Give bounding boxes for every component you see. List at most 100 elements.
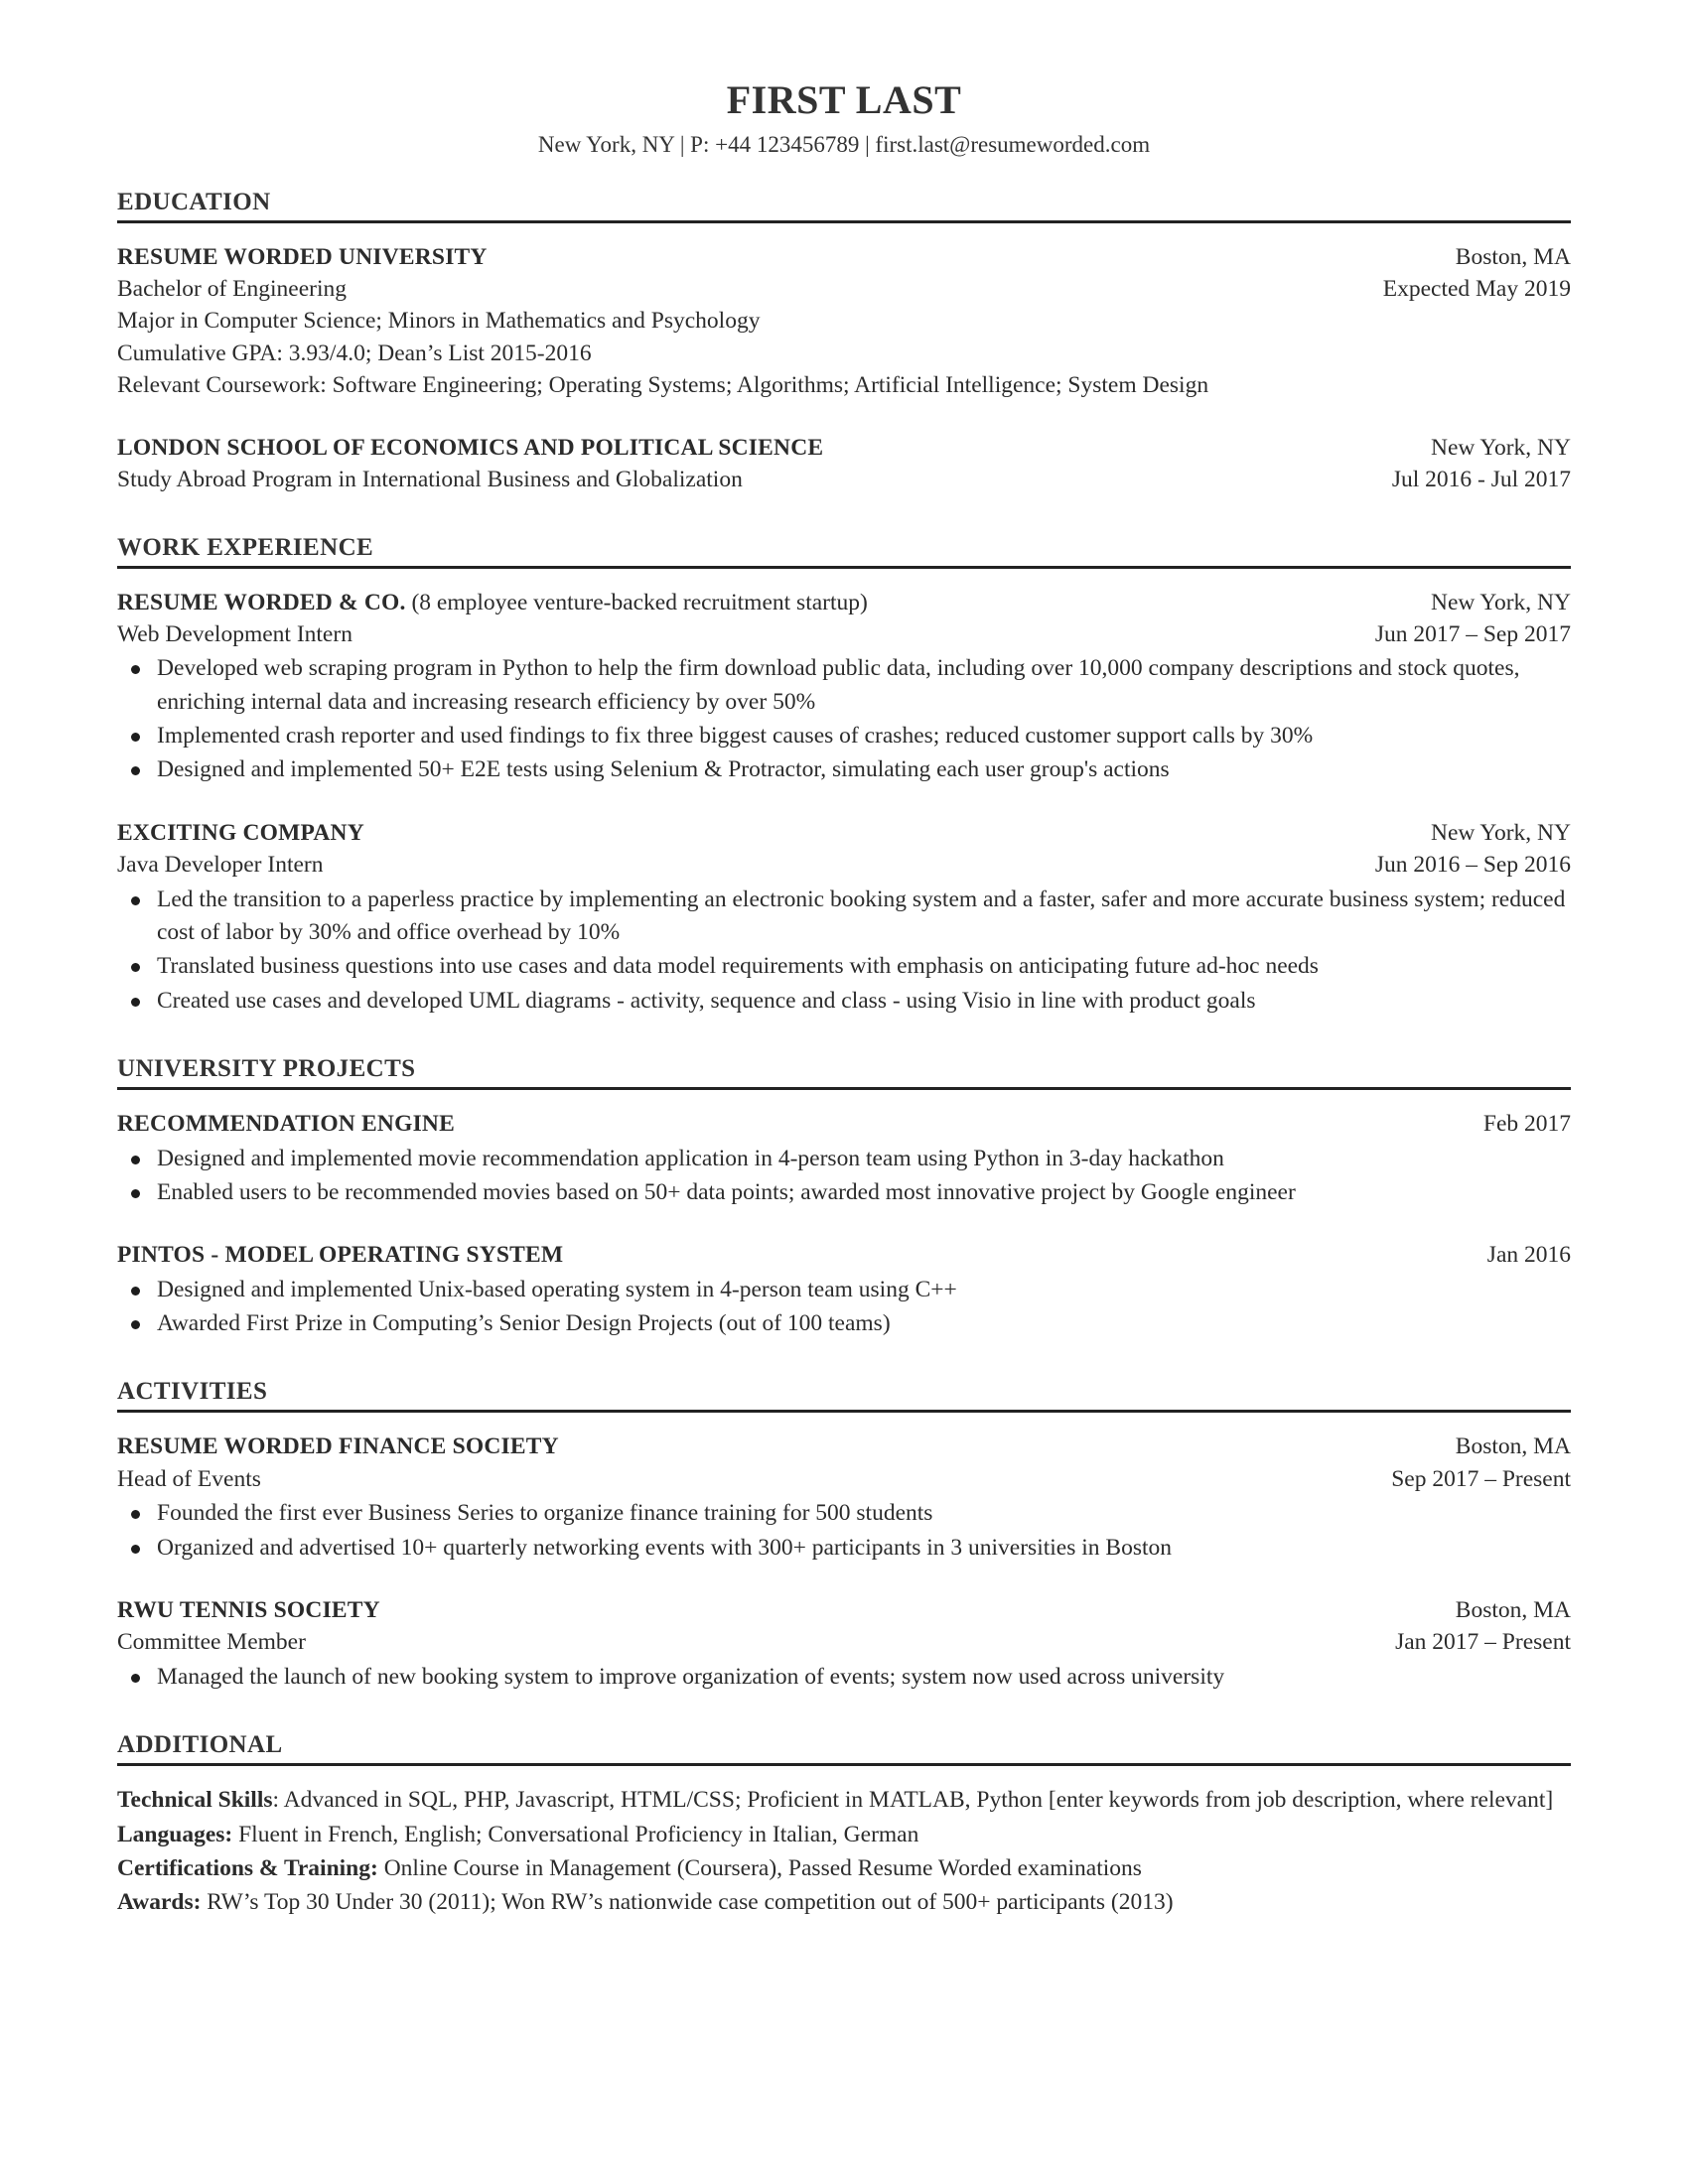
- work-bullet-list: Developed web scraping program in Python…: [117, 652, 1571, 786]
- education-degree: Bachelor of Engineering: [117, 276, 347, 303]
- work-company: EXCITING COMPANY: [117, 819, 364, 846]
- activity-dates: Jan 2017 – Present: [1395, 1629, 1571, 1656]
- additional-label: Certifications & Training:: [117, 1854, 378, 1881]
- education-location: Boston, MA: [1455, 243, 1571, 270]
- work-dates: Jun 2017 – Sep 2017: [1374, 620, 1571, 647]
- activity-bullet: Organized and advertised 10+ quarterly n…: [117, 1532, 1571, 1565]
- project-entry-header: RECOMMENDATION ENGINE Feb 2017: [117, 1108, 1571, 1140]
- project-entry: RECOMMENDATION ENGINE Feb 2017 Designed …: [117, 1108, 1571, 1209]
- section-title-work-experience: WORK EXPERIENCE: [117, 534, 1571, 569]
- activity-location: Boston, MA: [1455, 1596, 1571, 1623]
- work-entry-header: EXCITING COMPANY New York, NY: [117, 817, 1571, 849]
- additional-label: Technical Skills: [117, 1787, 273, 1814]
- education-entry-subheader: Study Abroad Program in International Bu…: [117, 464, 1571, 495]
- activity-entry-subheader: Head of Events Sep 2017 – Present: [117, 1463, 1571, 1495]
- activity-bullet: Managed the launch of new booking system…: [117, 1661, 1571, 1694]
- section-activities: ACTIVITIES RESUME WORDED FINANCE SOCIETY…: [117, 1378, 1571, 1694]
- project-bullet: Designed and implemented Unix-based oper…: [117, 1274, 1571, 1306]
- education-entry-header: LONDON SCHOOL OF ECONOMICS AND POLITICAL…: [117, 432, 1571, 464]
- work-company: RESUME WORDED & CO.: [117, 589, 406, 615]
- section-title-additional: ADDITIONAL: [117, 1731, 1571, 1767]
- contact-line: New York, NY | P: +44 123456789 | first.…: [537, 132, 1151, 157]
- activity-bullet-list: Managed the launch of new booking system…: [117, 1661, 1571, 1694]
- project-bullet: Enabled users to be recommended movies b…: [117, 1176, 1571, 1209]
- education-entry: LONDON SCHOOL OF ECONOMICS AND POLITICAL…: [117, 432, 1571, 496]
- work-dates: Jun 2016 – Sep 2016: [1374, 852, 1571, 879]
- education-dates: Expected May 2019: [1382, 276, 1571, 303]
- resume-header: FIRST LAST New York, NY | P: +44 1234567…: [117, 77, 1571, 159]
- education-institution: LONDON SCHOOL OF ECONOMICS AND POLITICAL…: [117, 434, 824, 461]
- activity-entry-header: RESUME WORDED FINANCE SOCIETY Boston, MA: [117, 1431, 1571, 1462]
- project-date: Feb 2017: [1482, 1111, 1571, 1138]
- education-entry-header: RESUME WORDED UNIVERSITY Boston, MA: [117, 241, 1571, 273]
- work-role: Java Developer Intern: [117, 852, 324, 879]
- activity-role: Head of Events: [117, 1465, 261, 1492]
- work-bullet: Created use cases and developed UML diag…: [117, 985, 1571, 1018]
- project-date: Jan 2016: [1486, 1242, 1571, 1269]
- education-entry-subheader: Bachelor of Engineering Expected May 201…: [117, 273, 1571, 305]
- activity-bullet-list: Founded the first ever Business Series t…: [117, 1497, 1571, 1565]
- project-bullet-list: Designed and implemented movie recommend…: [117, 1143, 1571, 1210]
- additional-text: RW’s Top 30 Under 30 (2011); Won RW’s na…: [201, 1889, 1174, 1916]
- education-detail-line: Relevant Coursework: Software Engineerin…: [117, 372, 1209, 399]
- activity-location: Boston, MA: [1455, 1433, 1571, 1460]
- activity-organization: RESUME WORDED FINANCE SOCIETY: [117, 1433, 559, 1460]
- project-name: PINTOS - MODEL OPERATING SYSTEM: [117, 1242, 564, 1269]
- work-location: New York, NY: [1430, 589, 1571, 615]
- education-location: New York, NY: [1430, 434, 1571, 461]
- project-bullet: Designed and implemented movie recommend…: [117, 1143, 1571, 1175]
- work-bullet-list: Led the transition to a paperless practi…: [117, 884, 1571, 1018]
- activity-organization: RWU TENNIS SOCIETY: [117, 1596, 380, 1623]
- candidate-name: FIRST LAST: [726, 77, 962, 122]
- activity-entry-header: RWU TENNIS SOCIETY Boston, MA: [117, 1594, 1571, 1626]
- section-university-projects: UNIVERSITY PROJECTS RECOMMENDATION ENGIN…: [117, 1055, 1571, 1340]
- work-bullet: Implemented crash reporter and used find…: [117, 720, 1571, 752]
- activity-dates: Sep 2017 – Present: [1391, 1465, 1571, 1492]
- project-entry: PINTOS - MODEL OPERATING SYSTEM Jan 2016…: [117, 1239, 1571, 1340]
- work-bullet: Led the transition to a paperless practi…: [117, 884, 1571, 950]
- work-bullet: Designed and implemented 50+ E2E tests u…: [117, 753, 1571, 786]
- section-title-activities: ACTIVITIES: [117, 1378, 1571, 1414]
- activity-role: Committee Member: [117, 1629, 306, 1656]
- education-program: Study Abroad Program in International Bu…: [117, 467, 743, 493]
- activity-entry: RWU TENNIS SOCIETY Boston, MA Committee …: [117, 1594, 1571, 1694]
- work-entry-header: RESUME WORDED & CO. (8 employee venture-…: [117, 587, 1571, 618]
- education-entry: RESUME WORDED UNIVERSITY Boston, MA Bach…: [117, 241, 1571, 402]
- work-company-note: (8 employee venture-backed recruitment s…: [411, 589, 868, 615]
- education-dates: Jul 2016 - Jul 2017: [1391, 467, 1571, 493]
- section-additional: ADDITIONAL Technical Skills: Advanced in…: [117, 1731, 1571, 1919]
- work-bullet: Translated business questions into use c…: [117, 950, 1571, 983]
- additional-text: Fluent in French, English; Conversationa…: [232, 1821, 919, 1847]
- work-entry: EXCITING COMPANY New York, NY Java Devel…: [117, 817, 1571, 1018]
- project-entry-header: PINTOS - MODEL OPERATING SYSTEM Jan 2016: [117, 1239, 1571, 1271]
- work-location: New York, NY: [1430, 819, 1571, 846]
- education-institution: RESUME WORDED UNIVERSITY: [117, 243, 488, 270]
- project-bullet-list: Designed and implemented Unix-based oper…: [117, 1274, 1571, 1341]
- section-title-university-projects: UNIVERSITY PROJECTS: [117, 1055, 1571, 1091]
- additional-line: Technical Skills: Advanced in SQL, PHP, …: [117, 1784, 1571, 1817]
- additional-text: Online Course in Management (Coursera), …: [377, 1854, 1142, 1881]
- activity-bullet: Founded the first ever Business Series t…: [117, 1497, 1571, 1530]
- education-detail-line: Major in Computer Science; Minors in Mat…: [117, 308, 761, 335]
- work-entry-subheader: Java Developer Intern Jun 2016 – Sep 201…: [117, 849, 1571, 881]
- education-detail-line: Cumulative GPA: 3.93/4.0; Dean’s List 20…: [117, 340, 592, 366]
- work-entry: RESUME WORDED & CO. (8 employee venture-…: [117, 587, 1571, 787]
- additional-label: Languages:: [117, 1821, 233, 1847]
- project-bullet: Awarded First Prize in Computing’s Senio…: [117, 1307, 1571, 1340]
- additional-text: Advanced in SQL, PHP, Javascript, HTML/C…: [279, 1787, 1554, 1814]
- work-bullet: Developed web scraping program in Python…: [117, 652, 1571, 719]
- work-role: Web Development Intern: [117, 620, 352, 647]
- work-company-wrap: RESUME WORDED & CO. (8 employee venture-…: [117, 587, 868, 618]
- additional-line: Awards: RW’s Top 30 Under 30 (2011); Won…: [117, 1886, 1571, 1919]
- additional-line: Certifications & Training: Online Course…: [117, 1852, 1571, 1885]
- section-education: EDUCATION RESUME WORDED UNIVERSITY Bosto…: [117, 189, 1571, 496]
- section-work-experience: WORK EXPERIENCE RESUME WORDED & CO. (8 e…: [117, 534, 1571, 1019]
- work-entry-subheader: Web Development Intern Jun 2017 – Sep 20…: [117, 618, 1571, 650]
